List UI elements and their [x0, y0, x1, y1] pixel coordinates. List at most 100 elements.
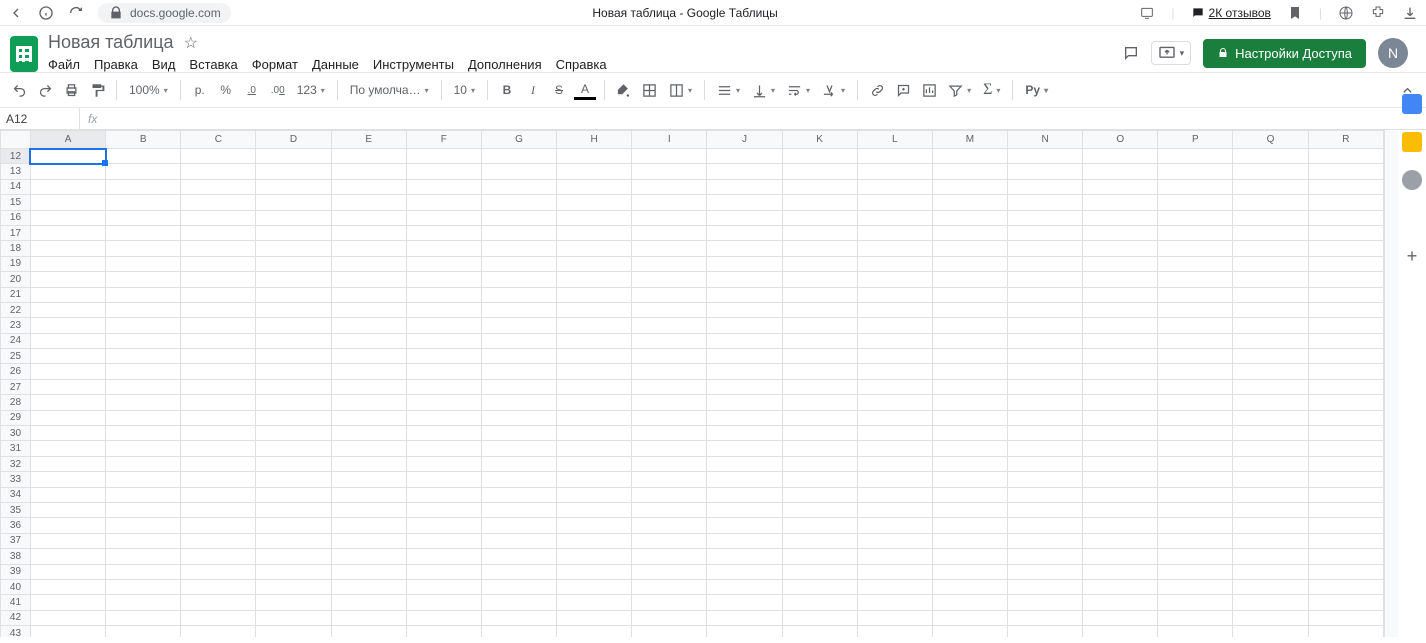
- cell[interactable]: [331, 441, 406, 456]
- cell[interactable]: [707, 395, 782, 410]
- cell[interactable]: [481, 610, 556, 625]
- row-header[interactable]: 32: [1, 456, 31, 471]
- cell[interactable]: [256, 426, 331, 441]
- cell[interactable]: [1007, 379, 1082, 394]
- cell[interactable]: [481, 518, 556, 533]
- cell[interactable]: [1308, 349, 1383, 364]
- cell[interactable]: [857, 518, 932, 533]
- cell[interactable]: [1158, 518, 1233, 533]
- cell[interactable]: [181, 318, 256, 333]
- cell[interactable]: [331, 318, 406, 333]
- cell[interactable]: [181, 395, 256, 410]
- cell[interactable]: [932, 210, 1007, 225]
- cell[interactable]: [1083, 318, 1158, 333]
- cell[interactable]: [30, 549, 105, 564]
- cell[interactable]: [481, 195, 556, 210]
- cell[interactable]: [1007, 241, 1082, 256]
- cell[interactable]: [1308, 395, 1383, 410]
- cell[interactable]: [106, 225, 181, 240]
- cell[interactable]: [481, 472, 556, 487]
- cell[interactable]: [557, 164, 632, 179]
- cell[interactable]: [1158, 626, 1233, 637]
- cell[interactable]: [106, 456, 181, 471]
- row-header[interactable]: 15: [1, 195, 31, 210]
- cell[interactable]: [707, 472, 782, 487]
- cell[interactable]: [331, 241, 406, 256]
- cell[interactable]: [1233, 349, 1308, 364]
- cell[interactable]: [782, 518, 857, 533]
- row-header[interactable]: 31: [1, 441, 31, 456]
- redo-button[interactable]: [34, 78, 56, 102]
- cell[interactable]: [557, 149, 632, 164]
- screen-icon[interactable]: [1139, 5, 1155, 21]
- cell[interactable]: [1158, 364, 1233, 379]
- cell[interactable]: [1083, 379, 1158, 394]
- cell[interactable]: [1007, 179, 1082, 194]
- cell[interactable]: [331, 518, 406, 533]
- cell[interactable]: [707, 333, 782, 348]
- cell[interactable]: [1083, 272, 1158, 287]
- column-header[interactable]: E: [331, 131, 406, 149]
- reload-icon[interactable]: [68, 5, 84, 21]
- cell[interactable]: [1233, 533, 1308, 548]
- column-header[interactable]: P: [1158, 131, 1233, 149]
- cell[interactable]: [1308, 149, 1383, 164]
- row-header[interactable]: 36: [1, 518, 31, 533]
- cell[interactable]: [331, 349, 406, 364]
- tasks-icon[interactable]: [1402, 170, 1422, 190]
- cell[interactable]: [782, 195, 857, 210]
- cell[interactable]: [30, 164, 105, 179]
- cell[interactable]: [30, 225, 105, 240]
- cell[interactable]: [782, 595, 857, 610]
- cell[interactable]: [406, 256, 481, 271]
- cell[interactable]: [1308, 364, 1383, 379]
- cell[interactable]: [1233, 549, 1308, 564]
- cell[interactable]: [481, 426, 556, 441]
- borders-button[interactable]: [639, 78, 661, 102]
- cell[interactable]: [331, 149, 406, 164]
- cell[interactable]: [30, 610, 105, 625]
- cell[interactable]: [406, 441, 481, 456]
- comments-icon[interactable]: [1123, 45, 1139, 61]
- cell[interactable]: [1158, 302, 1233, 317]
- cell[interactable]: [632, 395, 707, 410]
- print-button[interactable]: [60, 78, 82, 102]
- cell[interactable]: [1308, 379, 1383, 394]
- cell[interactable]: [256, 272, 331, 287]
- cell[interactable]: [30, 195, 105, 210]
- cell[interactable]: [331, 333, 406, 348]
- cell[interactable]: [932, 287, 1007, 302]
- menu-edit[interactable]: Правка: [94, 57, 138, 72]
- cell[interactable]: [181, 149, 256, 164]
- cell[interactable]: [1007, 318, 1082, 333]
- cell[interactable]: [782, 410, 857, 425]
- cell[interactable]: [1158, 549, 1233, 564]
- cell[interactable]: [782, 333, 857, 348]
- cell[interactable]: [481, 349, 556, 364]
- cell[interactable]: [181, 410, 256, 425]
- cell[interactable]: [30, 149, 105, 164]
- cell[interactable]: [1083, 610, 1158, 625]
- cell[interactable]: [1308, 441, 1383, 456]
- cell[interactable]: [782, 502, 857, 517]
- cell[interactable]: [181, 610, 256, 625]
- row-header[interactable]: 13: [1, 164, 31, 179]
- cell[interactable]: [106, 518, 181, 533]
- present-button[interactable]: ▾: [1151, 41, 1192, 65]
- row-header[interactable]: 42: [1, 610, 31, 625]
- cell[interactable]: [331, 579, 406, 594]
- cell[interactable]: [557, 456, 632, 471]
- row-header[interactable]: 19: [1, 256, 31, 271]
- column-header[interactable]: A: [30, 131, 105, 149]
- cell[interactable]: [1158, 241, 1233, 256]
- cell[interactable]: [557, 379, 632, 394]
- cell[interactable]: [481, 533, 556, 548]
- cell[interactable]: [1158, 225, 1233, 240]
- cell[interactable]: [1308, 518, 1383, 533]
- cell[interactable]: [1158, 287, 1233, 302]
- cell[interactable]: [932, 472, 1007, 487]
- cell[interactable]: [481, 564, 556, 579]
- cell[interactable]: [106, 241, 181, 256]
- cell[interactable]: [331, 395, 406, 410]
- font-size-dropdown[interactable]: 10: [450, 83, 479, 97]
